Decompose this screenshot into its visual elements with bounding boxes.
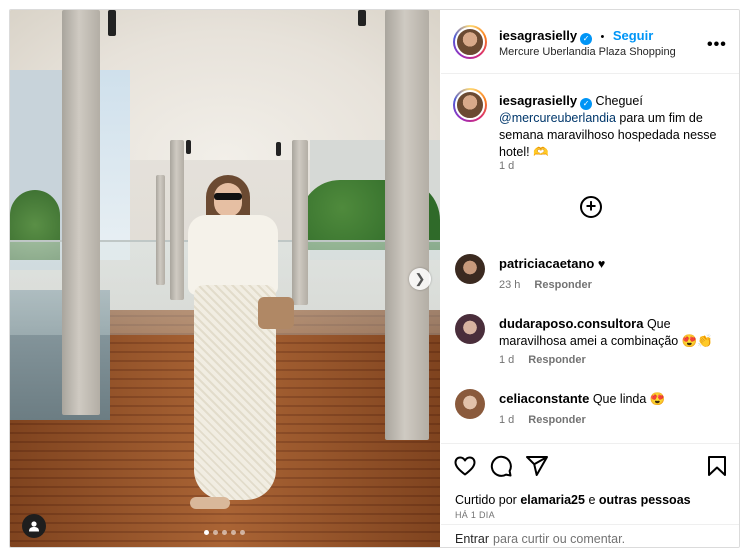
likes-others[interactable]: outras pessoas [599, 493, 691, 507]
likes-conjunction: e [588, 493, 596, 507]
user-tag-icon [29, 521, 39, 532]
plus-circle-icon: + [585, 196, 597, 216]
more-options-button[interactable]: ••• [707, 36, 727, 54]
caption-text-start: Chegueí [595, 94, 643, 108]
bookmark-icon[interactable] [705, 454, 729, 478]
author-line: iesagrasielly ✓ • Seguir [499, 27, 653, 45]
load-more-comments-button[interactable]: + [580, 196, 602, 218]
comment-avatar[interactable] [455, 254, 485, 284]
carousel-dot [231, 530, 236, 535]
post-location[interactable]: Mercure Uberlandia Plaza Shopping [499, 46, 676, 58]
comment-icon[interactable] [489, 454, 513, 478]
comment-bar: Entrar para curtir ou comentar. [441, 524, 739, 547]
verified-badge-icon: ✓ [580, 33, 593, 45]
photo-pillar [156, 175, 165, 285]
person-face [214, 183, 242, 217]
photo-lamp [186, 140, 191, 154]
comment: patriciacaetano ♥ [499, 255, 727, 273]
carousel-next-button[interactable]: ❯ [409, 268, 431, 290]
author-avatar[interactable] [453, 25, 487, 59]
comment: dudaraposo.consultora Que maravilhosa am… [499, 315, 733, 350]
photo-lamp [108, 10, 116, 36]
comment-meta: 23 h Responder [499, 279, 592, 291]
follow-button[interactable]: Seguir [613, 28, 653, 43]
photo-pillar [385, 10, 429, 440]
comment-author[interactable]: dudaraposo.consultora [499, 316, 643, 331]
comment-author[interactable]: celiaconstante [499, 391, 589, 406]
likes-prefix: Curtido por [455, 493, 517, 507]
comment-text: Que linda 😍 [592, 392, 666, 406]
verified-badge-icon: ✓ [580, 98, 593, 110]
caption-author[interactable]: iesagrasielly [499, 93, 577, 108]
comment-author[interactable]: patriciacaetano [499, 256, 594, 271]
caption-mention[interactable]: @mercureuberlandia [499, 111, 616, 125]
likes-user[interactable]: elamaria25 [520, 493, 585, 507]
carousel-dot [240, 530, 245, 535]
comment-time[interactable]: 23 h [499, 279, 520, 291]
chevron-right-icon: ❯ [414, 271, 426, 286]
comment-avatar[interactable] [455, 389, 485, 419]
heart-icon[interactable] [453, 454, 477, 478]
photo-person [180, 175, 294, 525]
post-sidebar: iesagrasielly ✓ • Seguir Mercure Uberland… [441, 10, 739, 547]
comment-meta: 1 d Responder [499, 354, 586, 366]
post-header: iesagrasielly ✓ • Seguir Mercure Uberland… [441, 10, 739, 74]
post-dialog: ❯ iesagrasielly✓ • Seguir Mercure Uberl [9, 9, 740, 548]
comment-meta: 1 d Responder [499, 414, 586, 426]
person-feet [190, 497, 230, 509]
person-sunglasses [214, 193, 242, 200]
carousel-indicator [204, 530, 245, 535]
person-bag [258, 297, 294, 329]
post-date[interactable]: HÁ 1 DIA [455, 510, 495, 520]
caption-avatar[interactable] [453, 88, 487, 122]
comment-prompt: Entrar para curtir ou comentar. [455, 532, 629, 546]
photo-pillar [62, 10, 100, 415]
post-photo[interactable]: ❯ [10, 10, 440, 547]
carousel-dot [222, 530, 227, 535]
photo-pillar [292, 140, 308, 305]
comment: celiaconstante Que linda 😍 [499, 390, 727, 408]
header-separator: • [600, 31, 605, 43]
caption-time[interactable]: 1 d [499, 160, 514, 172]
carousel-dot [213, 530, 218, 535]
photo-lamp [276, 142, 281, 156]
comment-time[interactable]: 1 d [499, 354, 514, 366]
reply-button[interactable]: Responder [534, 279, 591, 291]
person-shirt [188, 215, 278, 295]
login-link[interactable]: Entrar [455, 532, 489, 546]
likes-summary: Curtido por elamaria25 e outras pessoas [455, 493, 691, 507]
reply-button[interactable]: Responder [528, 354, 585, 366]
post-actions: Curtido por elamaria25 e outras pessoas … [441, 443, 739, 547]
reply-button[interactable]: Responder [528, 414, 585, 426]
send-icon[interactable] [525, 454, 549, 478]
carousel-dot [204, 530, 209, 535]
comment-text: ♥ [597, 257, 606, 271]
photo-lamp [358, 10, 366, 26]
comment-avatar[interactable] [455, 314, 485, 344]
caption: iesagrasielly ✓ Chegueí @mercureuberlandi… [499, 92, 727, 161]
author-username[interactable]: iesagrasielly [499, 28, 577, 43]
user-tags-button[interactable] [22, 514, 46, 538]
comment-placeholder: para curtir ou comentar. [493, 532, 626, 546]
comment-time[interactable]: 1 d [499, 414, 514, 426]
